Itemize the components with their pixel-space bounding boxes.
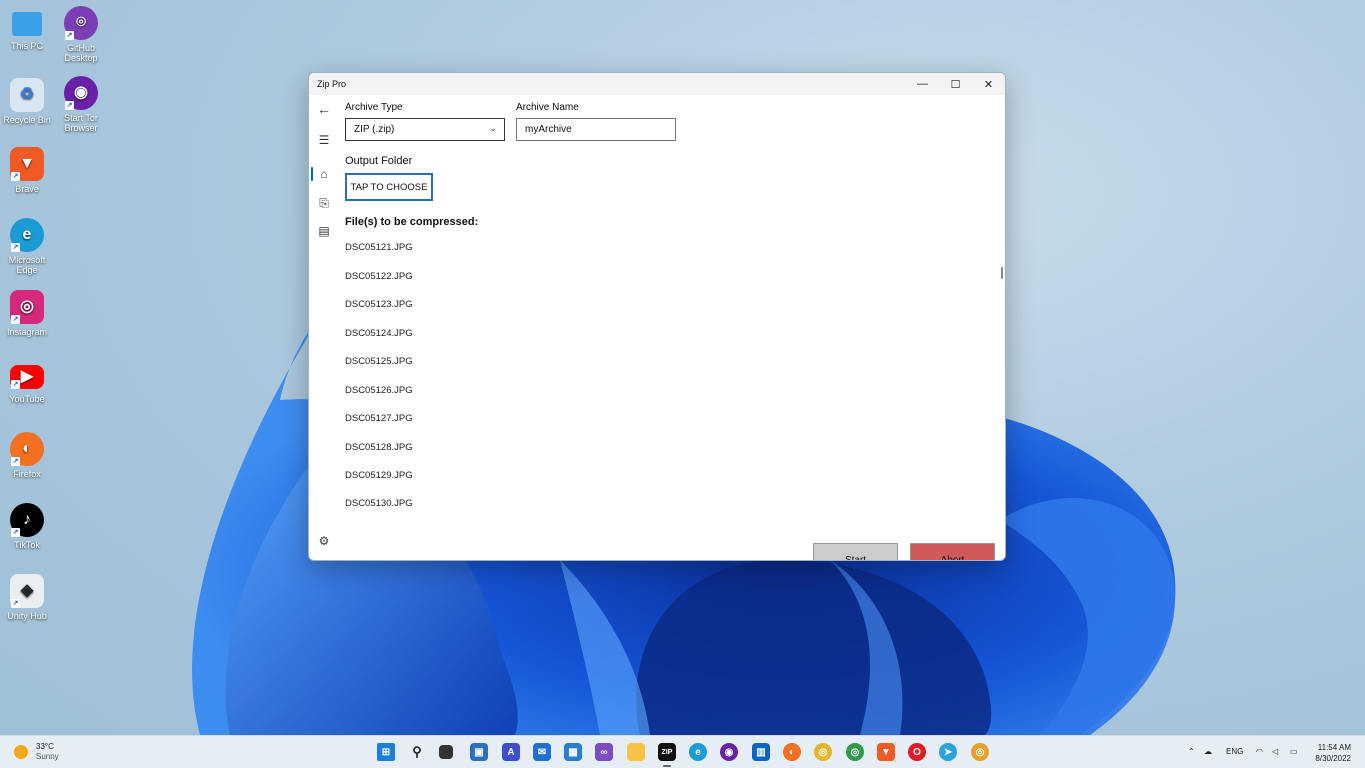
- desktop-icon-unity-hub[interactable]: ◈ ↗ Unity Hub: [0, 574, 55, 621]
- brave-icon: ▼ ↗: [10, 147, 44, 181]
- mail-icon[interactable]: ✉: [533, 743, 551, 761]
- desktop-icon-github[interactable]: ⌾ ↗ GitHub Desktop: [53, 6, 109, 63]
- file-list-item[interactable]: DSC05128.JPG: [345, 442, 413, 453]
- archive-name-input[interactable]: myArchive: [516, 118, 676, 141]
- widgets-icon[interactable]: ▣: [470, 743, 488, 761]
- start-button[interactable]: Start: [813, 543, 898, 560]
- youtube-icon: ▶ ↗: [10, 365, 44, 389]
- archive-type-label: Archive Type: [345, 102, 403, 113]
- scrollbar[interactable]: [1001, 267, 1003, 279]
- affinity-icon[interactable]: A: [502, 743, 520, 761]
- main-content: Archive Type ZIP (.zip) ⌄ Archive Name m…: [345, 95, 1005, 560]
- chrome-profile-icon[interactable]: ◎: [846, 743, 864, 761]
- chevron-down-icon: ⌄: [489, 123, 497, 133]
- volume-icon[interactable]: ◁: [1272, 747, 1278, 756]
- file-list-item[interactable]: DSC05123.JPG: [345, 299, 413, 310]
- sun-icon: [14, 745, 28, 759]
- task-view-icon[interactable]: [439, 745, 453, 759]
- monitor-icon: [12, 12, 42, 36]
- minimize-button[interactable]: —: [906, 73, 939, 95]
- language-indicator[interactable]: ENG: [1226, 747, 1243, 756]
- brave-taskbar-icon[interactable]: ▼: [877, 743, 895, 761]
- taskbar: 33°C Sunny ⊞ ⚲ ▣ A ✉ ▦ ∞ ZIP e ◉ ▥ ◐ ◎ ◎…: [0, 735, 1365, 768]
- file-list-item[interactable]: DSC05127.JPG: [345, 413, 413, 424]
- wifi-icon[interactable]: ◠: [1256, 747, 1263, 756]
- desktop-icon-recycle-bin[interactable]: ♻ Recycle Bin: [0, 78, 55, 125]
- back-icon[interactable]: ←: [313, 98, 335, 120]
- archive-type-value: ZIP (.zip): [354, 124, 395, 135]
- opera-icon[interactable]: O: [908, 743, 926, 761]
- file-list-item[interactable]: DSC05122.JPG: [345, 271, 413, 282]
- edge-taskbar-icon[interactable]: e: [689, 743, 707, 761]
- github-icon: ⌾ ↗: [64, 6, 98, 40]
- zip-pro-window: Zip Pro — ☐ ✕ ← ☰ ⌂ ⎘ ▤ ⚙ Archive Type Z…: [308, 72, 1006, 561]
- telegram-icon[interactable]: ➤: [939, 743, 957, 761]
- file-list-item[interactable]: DSC05130.JPG: [345, 498, 413, 509]
- cloud-icon[interactable]: ☁: [1204, 747, 1212, 756]
- extract-icon[interactable]: ⎘: [313, 192, 335, 214]
- file-list-item[interactable]: DSC05129.JPG: [345, 470, 413, 481]
- visual-studio-icon[interactable]: ∞: [595, 743, 613, 761]
- window-title: Zip Pro: [317, 79, 347, 89]
- unity-icon: ◈ ↗: [10, 574, 44, 608]
- archive-type-select[interactable]: ZIP (.zip) ⌄: [345, 118, 505, 141]
- archive-list-icon[interactable]: ▤: [313, 220, 335, 242]
- battery-icon[interactable]: ▭: [1290, 747, 1298, 756]
- tor-icon: ◉ ↗: [64, 76, 98, 110]
- nav-rail: ← ☰ ⌂ ⎘ ▤ ⚙: [309, 95, 339, 560]
- archive-name-label: Archive Name: [516, 102, 579, 113]
- clock[interactable]: 11:54 AM 8/30/2022: [1315, 742, 1351, 764]
- chevron-up-icon[interactable]: ⌃: [1188, 747, 1195, 756]
- firefox-taskbar-icon[interactable]: ◐: [783, 743, 801, 761]
- clock-date: 8/30/2022: [1315, 754, 1351, 763]
- clock-time: 11:54 AM: [1317, 743, 1351, 752]
- file-list-item[interactable]: DSC05125.JPG: [345, 356, 413, 367]
- file-list-item[interactable]: DSC05124.JPG: [345, 328, 413, 339]
- windows-start-icon[interactable]: ⊞: [377, 743, 395, 761]
- search-icon[interactable]: ⚲: [408, 743, 426, 761]
- title-bar[interactable]: Zip Pro — ☐ ✕: [309, 73, 1005, 95]
- tor-taskbar-icon[interactable]: ◉: [720, 743, 738, 761]
- weather-widget[interactable]: 33°C Sunny: [14, 742, 59, 762]
- zip-pro-taskbar-icon[interactable]: ZIP: [658, 743, 676, 761]
- recycle-bin-icon: ♻: [10, 78, 44, 112]
- choose-folder-button[interactable]: TAP TO CHOOSE: [345, 173, 433, 201]
- firefox-icon: ◐ ↗: [10, 432, 44, 466]
- weather-temp: 33°C: [36, 742, 54, 751]
- hamburger-menu-icon[interactable]: ☰: [313, 129, 335, 151]
- abort-button[interactable]: Abort: [910, 543, 995, 560]
- files-title: File(s) to be compressed:: [345, 216, 479, 228]
- desktop-icon-instagram[interactable]: ◎ ↗ Instagram: [0, 290, 55, 337]
- store-icon[interactable]: ▦: [564, 743, 582, 761]
- active-app-indicator: [663, 765, 671, 767]
- desktop-icon-tiktok[interactable]: ♪ ↗ TikTok: [0, 503, 55, 550]
- desktop-icon-brave[interactable]: ▼ ↗ Brave: [0, 147, 55, 194]
- desktop-icon-firefox[interactable]: ◐ ↗ Firefox: [0, 432, 55, 479]
- chrome-canary-icon[interactable]: ◎: [971, 743, 989, 761]
- maximize-button[interactable]: ☐: [939, 73, 972, 95]
- home-icon[interactable]: ⌂: [313, 163, 335, 185]
- chrome-icon[interactable]: ◎: [814, 743, 832, 761]
- tiktok-icon: ♪ ↗: [10, 503, 44, 537]
- edge-icon: e ↗: [10, 218, 44, 252]
- desktop-icon-tor[interactable]: ◉ ↗ Start Tor Browser: [53, 76, 109, 133]
- file-list-item[interactable]: DSC05121.JPG: [345, 242, 413, 253]
- settings-icon[interactable]: ⚙: [313, 530, 335, 552]
- weather-desc: Sunny: [36, 752, 59, 761]
- close-button[interactable]: ✕: [972, 73, 1005, 95]
- file-explorer-icon[interactable]: [627, 743, 645, 761]
- output-folder-label: Output Folder: [345, 155, 413, 167]
- file-list-item[interactable]: DSC05126.JPG: [345, 385, 413, 396]
- instagram-icon: ◎ ↗: [10, 290, 44, 324]
- trello-icon[interactable]: ▥: [752, 743, 770, 761]
- desktop-icon-this-pc[interactable]: This PC: [0, 8, 55, 51]
- desktop-icon-youtube[interactable]: ▶ ↗ YouTube: [0, 361, 55, 404]
- desktop-icon-edge[interactable]: e ↗ Microsoft Edge: [0, 218, 55, 275]
